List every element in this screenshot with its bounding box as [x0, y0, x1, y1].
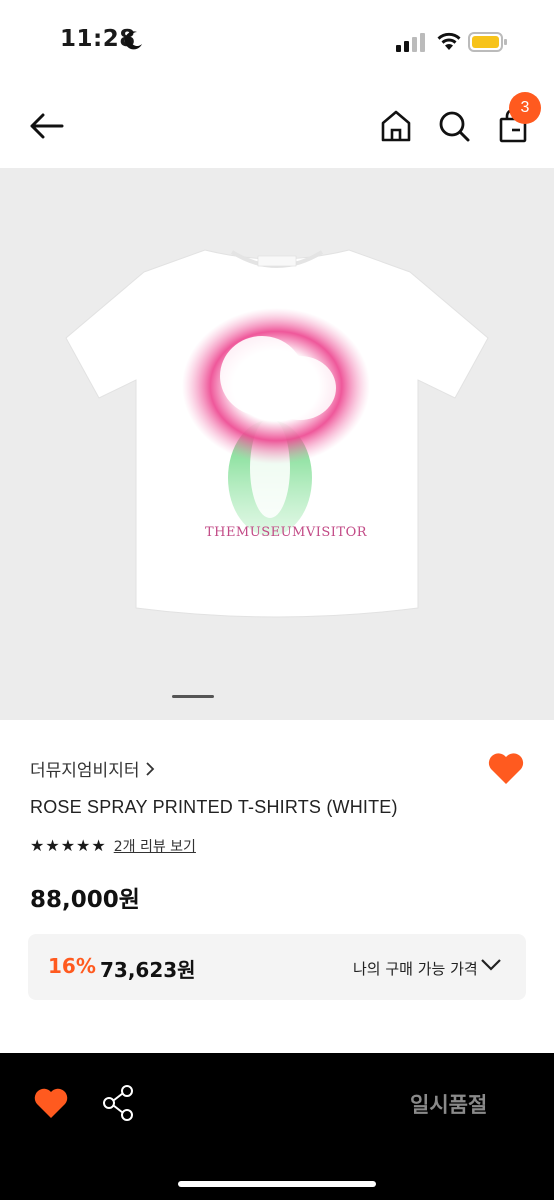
rating-stars: ★ ★ ★ ★ ★: [30, 836, 106, 856]
discount-price: 73,623원: [100, 958, 196, 982]
chevron-down-icon[interactable]: [480, 958, 502, 972]
cart-count-badge: 3: [509, 92, 541, 124]
home-icon: [381, 110, 411, 142]
wifi-icon: [437, 32, 461, 50]
wishlist-button[interactable]: [486, 748, 526, 788]
back-button[interactable]: [26, 108, 66, 144]
chevron-right-icon: [146, 761, 155, 776]
search-icon: [439, 111, 470, 142]
shirt-print-text: THEMUSEUMVISITOR: [205, 525, 368, 540]
search-button[interactable]: [434, 106, 474, 146]
moon-icon: [124, 31, 142, 50]
my-price-label: 나의 구매 가능 가격: [353, 960, 478, 978]
rating-row: ★ ★ ★ ★ ★ 2개 리뷰 보기: [30, 836, 196, 856]
star-icon: ★: [91, 836, 106, 855]
brand-name: 더뮤지엄비지터: [30, 761, 140, 781]
heart-icon: [488, 753, 524, 784]
discount-percent: 16%: [48, 954, 96, 978]
status-bar: 11:28: [0, 0, 554, 84]
star-icon: ★: [76, 836, 91, 855]
app-header: [0, 84, 554, 168]
home-button[interactable]: [376, 106, 416, 146]
star-icon: ★: [30, 836, 45, 855]
carousel-indicator: [172, 695, 214, 698]
battery-icon: [468, 32, 507, 52]
soldout-button[interactable]: 일시품절: [410, 1089, 487, 1119]
bottom-wishlist-button[interactable]: [32, 1085, 70, 1121]
share-button[interactable]: [102, 1083, 136, 1123]
product-image-carousel[interactable]: THEMUSEUMVISITOR: [0, 168, 554, 720]
brand-link[interactable]: 더뮤지엄비지터: [30, 756, 155, 781]
review-link[interactable]: 2개 리뷰 보기: [114, 836, 196, 856]
arrow-left-icon: [30, 113, 64, 139]
cellular-signal-icon: [396, 33, 425, 52]
my-price-box[interactable]: 16% 73,623원 나의 구매 가능 가격: [28, 934, 526, 1000]
home-indicator: [178, 1181, 376, 1187]
heart-icon: [34, 1088, 68, 1118]
product-price: 88,000원: [30, 887, 140, 913]
product-name: ROSE SPRAY PRINTED T-SHIRTS (WHITE): [30, 797, 398, 817]
share-icon: [103, 1085, 133, 1121]
star-icon: ★: [45, 836, 60, 855]
product-image: THEMUSEUMVISITOR: [65, 249, 489, 618]
star-icon: ★: [60, 836, 76, 855]
bottom-action-bar: 일시품절: [0, 1053, 554, 1200]
